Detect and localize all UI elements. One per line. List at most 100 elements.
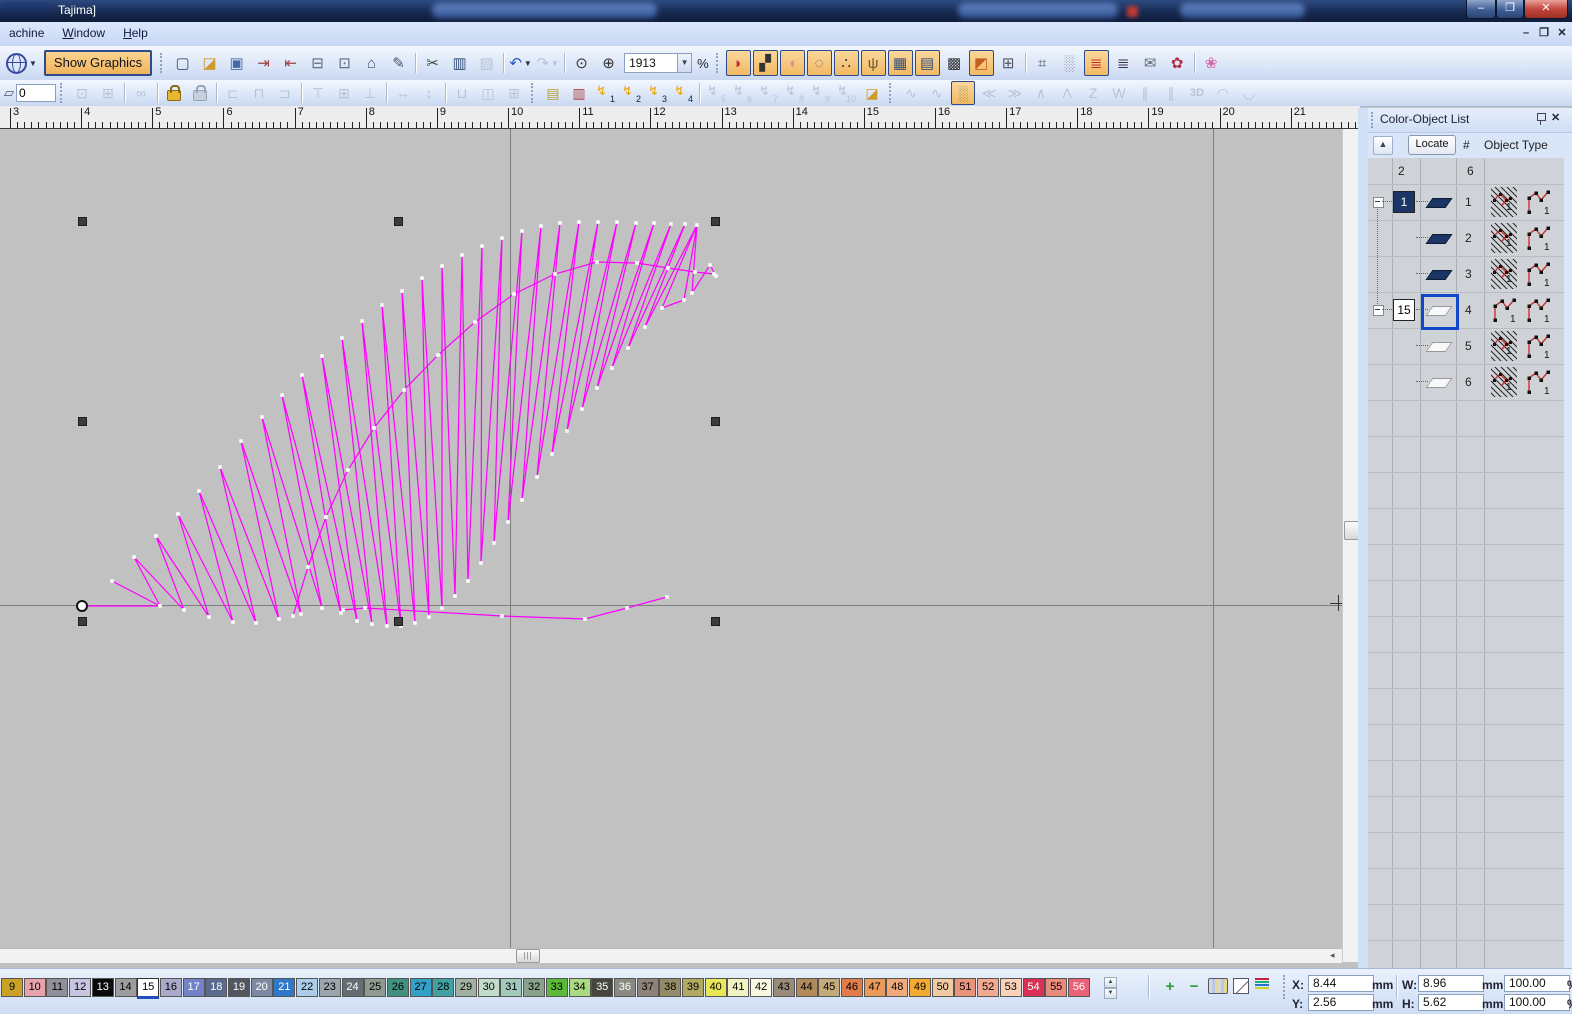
vertical-scrollbar-thumb[interactable]	[1344, 521, 1359, 540]
thread-swatch-icon[interactable]	[1425, 270, 1452, 280]
scroll-left-arrow[interactable]: ◂	[1330, 950, 1335, 961]
zoom-level-combo[interactable]: 1913▼	[624, 53, 692, 73]
w-value-field[interactable]: 8.96	[1418, 975, 1484, 992]
sequence-edit-button[interactable]: ▥	[567, 81, 591, 105]
palette-swatch-16[interactable]: 16	[160, 978, 182, 997]
palette-swatch-15[interactable]: 15	[137, 978, 159, 999]
pin-icon[interactable]	[1534, 112, 1548, 126]
selection-handle[interactable]	[394, 617, 403, 626]
stitch-list-button[interactable]: ≣	[1111, 50, 1136, 76]
palette-swatch-23[interactable]: 23	[319, 978, 341, 997]
new-file-button[interactable]: ▢	[170, 50, 195, 76]
palette-swatch-35[interactable]: 35	[591, 978, 613, 997]
view-tree-toggle[interactable]: ⊞	[996, 50, 1021, 76]
scale-h-field[interactable]: 100.00	[1504, 994, 1570, 1011]
tree-collapse-icon[interactable]	[1373, 305, 1384, 316]
palette-swatch-51[interactable]: 51	[954, 978, 976, 997]
view-stitches-toggle[interactable]: ◗	[726, 50, 751, 76]
object-row[interactable]: 211	[1368, 220, 1564, 256]
mdi-close-button[interactable]: ✕	[1554, 26, 1570, 42]
object-row[interactable]: 15411	[1368, 292, 1564, 328]
color-object-list-toggle[interactable]: ≣	[1084, 50, 1109, 76]
menu-item-achine[interactable]: achine	[0, 22, 53, 44]
y-value-field[interactable]: 2.56	[1308, 994, 1374, 1011]
thread-swatch-icon[interactable]	[1425, 342, 1452, 352]
fill-object-icon[interactable]: 1	[1490, 222, 1520, 257]
view-needle-toggle[interactable]: ψ	[861, 50, 886, 76]
palette-swatch-20[interactable]: 20	[251, 978, 273, 997]
palette-swatch-47[interactable]: 47	[864, 978, 886, 997]
palette-swatch-14[interactable]: 14	[115, 978, 137, 997]
palette-swatch-49[interactable]: 49	[909, 978, 931, 997]
rotate-angle-field[interactable]: ▱	[4, 84, 56, 102]
object-row[interactable]: 311	[1368, 256, 1564, 292]
palette-swatch-27[interactable]: 27	[410, 978, 432, 997]
quick-tool-folder-button[interactable]: ◪	[860, 81, 884, 105]
palette-swatch-11[interactable]: 11	[46, 978, 68, 997]
palette-swatch-52[interactable]: 52	[977, 978, 999, 997]
run-object-icon[interactable]: 1	[1524, 294, 1552, 329]
panel-close-icon[interactable]: ✕	[1551, 111, 1560, 124]
h-value-field[interactable]: 5.62	[1418, 994, 1484, 1011]
palette-swatch-12[interactable]: 12	[69, 978, 91, 997]
palette-swatch-9[interactable]: 9	[1, 978, 23, 997]
save-button[interactable]: ▣	[224, 50, 249, 76]
spinner-up-icon[interactable]: ▲	[1104, 977, 1117, 988]
palette-swatch-37[interactable]: 37	[637, 978, 659, 997]
palette-swatch-25[interactable]: 25	[364, 978, 386, 997]
palette-swatch-42[interactable]: 42	[750, 978, 772, 997]
cut-button[interactable]: ✂	[420, 50, 445, 76]
panel-drag-grip[interactable]	[1371, 112, 1373, 128]
run-object-icon[interactable]: 1	[1490, 294, 1518, 329]
vertical-scrollbar[interactable]	[1342, 129, 1359, 962]
view-3d-toggle[interactable]: ◩	[969, 50, 994, 76]
view-image-toggle[interactable]: ▩	[942, 50, 967, 76]
thread-swatch-icon[interactable]	[1425, 198, 1452, 208]
object-row[interactable]: 511	[1368, 328, 1564, 364]
quick-tool-1[interactable]: ↯1	[593, 81, 617, 105]
palette-swatch-33[interactable]: 33	[546, 978, 568, 997]
mdi-minimize-button[interactable]: –	[1518, 26, 1534, 42]
color-number-box[interactable]: 15	[1393, 299, 1415, 321]
palette-swatch-24[interactable]: 24	[342, 978, 364, 997]
palette-swatch-54[interactable]: 54	[1023, 978, 1045, 997]
horizontal-scrollbar-grip[interactable]: |||	[516, 949, 540, 963]
view-outline-toggle[interactable]: ◖	[780, 50, 805, 76]
palette-swatch-28[interactable]: 28	[432, 978, 454, 997]
palette-swatch-46[interactable]: 46	[841, 978, 863, 997]
punch-tool-button[interactable]: ✎	[386, 50, 411, 76]
palette-swatch-38[interactable]: 38	[659, 978, 681, 997]
thread-swatch-icon[interactable]	[1425, 234, 1452, 244]
export-button[interactable]: ⇤	[278, 50, 303, 76]
x-value-field[interactable]: 8.44	[1308, 975, 1374, 992]
run-object-icon[interactable]: 1	[1524, 330, 1552, 365]
palette-swatch-30[interactable]: 30	[478, 978, 500, 997]
remove-color-button[interactable]: −	[1184, 976, 1204, 996]
print-preview-button[interactable]: ⊡	[332, 50, 357, 76]
quick-tool-3[interactable]: ↯3	[645, 81, 669, 105]
undo-button[interactable]: ↶▼	[508, 50, 533, 76]
dot-grid-button[interactable]: ░	[1057, 50, 1082, 76]
palette-swatch-17[interactable]: 17	[183, 978, 205, 997]
fill-object-icon[interactable]: 1	[1490, 366, 1520, 401]
palette-swatch-50[interactable]: 50	[932, 978, 954, 997]
thread-swatch-icon[interactable]	[1425, 378, 1452, 388]
palette-swatch-39[interactable]: 39	[682, 978, 704, 997]
view-dashed-outline-toggle[interactable]: ◌	[807, 50, 832, 76]
machine-view-button[interactable]: ⌗	[1030, 50, 1055, 76]
open-file-button[interactable]: ◪	[197, 50, 222, 76]
run-object-icon[interactable]: 1	[1524, 258, 1552, 293]
copy-button[interactable]: ▥	[447, 50, 472, 76]
design-notes-button[interactable]: ✉	[1138, 50, 1163, 76]
flower-tool-button[interactable]: ❀	[1199, 50, 1224, 76]
palette-swatch-19[interactable]: 19	[228, 978, 250, 997]
quick-tool-4[interactable]: ↯4	[671, 81, 695, 105]
palette-swatch-45[interactable]: 45	[818, 978, 840, 997]
palette-swatch-40[interactable]: 40	[705, 978, 727, 997]
view-hatch-toggle[interactable]: ▞	[753, 50, 778, 76]
dropdown-arrow-icon[interactable]: ▼	[677, 54, 691, 72]
zoom-1to1-button[interactable]: ⊙	[569, 50, 594, 76]
selection-handle[interactable]	[711, 617, 720, 626]
fill-object-icon[interactable]: 1	[1490, 258, 1520, 293]
view-grid-toggle[interactable]: ▦	[888, 50, 913, 76]
